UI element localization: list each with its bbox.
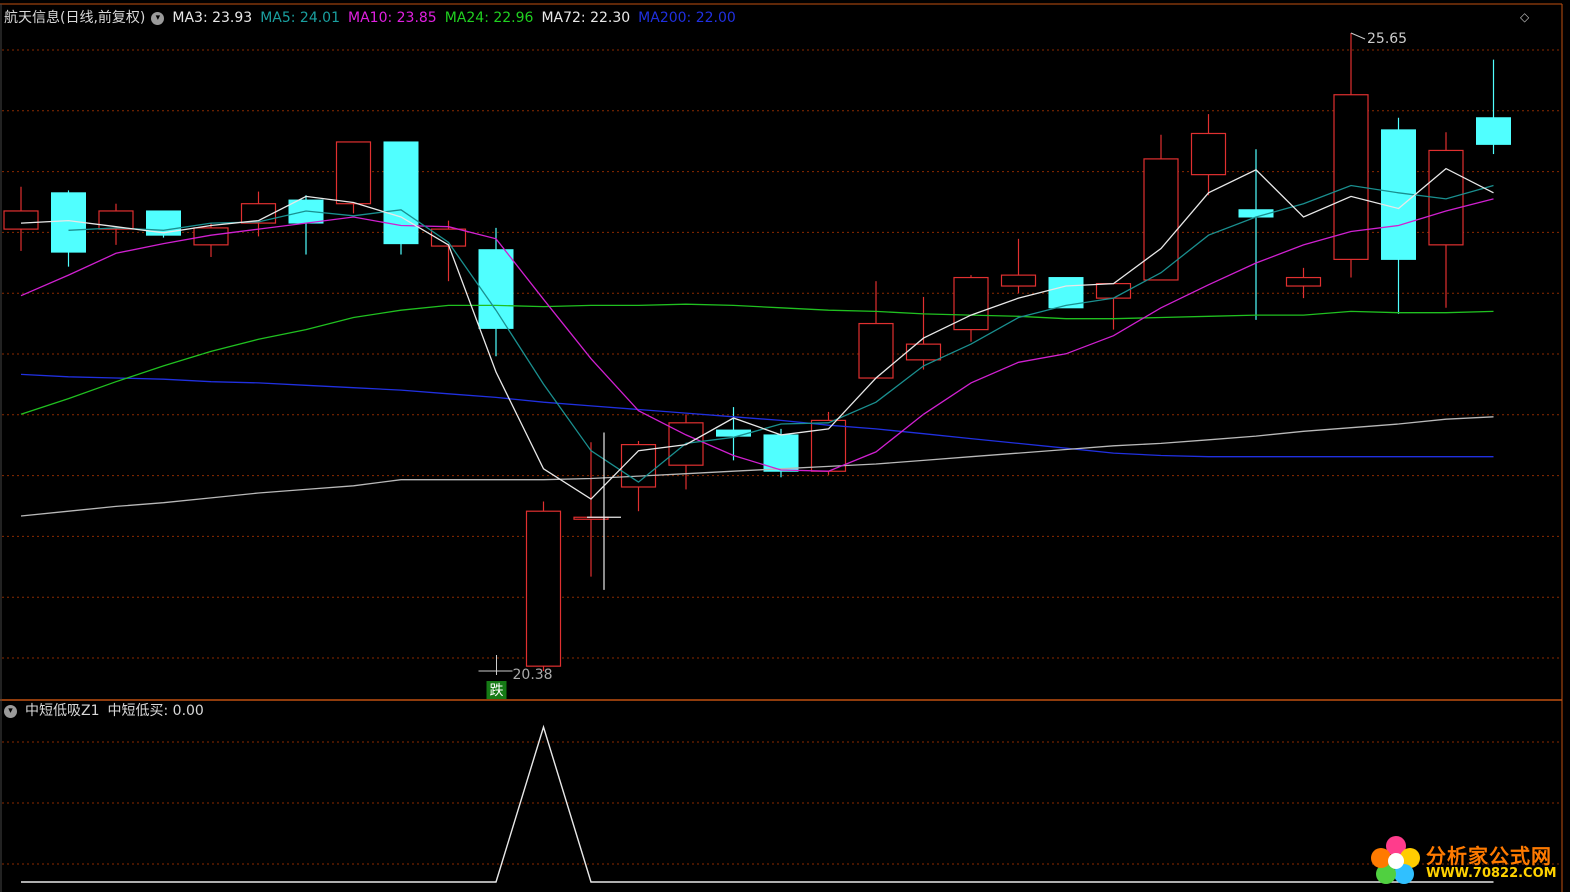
- candle-body: [1095, 282, 1132, 299]
- candle-body: [953, 276, 989, 331]
- candle: [573, 442, 609, 577]
- ma24-line: [20, 303, 1494, 415]
- chart-window: 25.65 20.38 跌 航天信息(日线,前复权) ▾ MA3: 23.93 MA…: [0, 0, 1570, 892]
- stock-chart[interactable]: 25.65 20.38 跌: [0, 0, 1570, 892]
- dropdown-icon[interactable]: ▾: [4, 704, 17, 718]
- candle-body: [905, 343, 942, 361]
- ma72-line: [20, 416, 1494, 517]
- candle: [1428, 132, 1464, 308]
- indicator-name: 中短低吸Z1: [25, 703, 100, 719]
- candle: [51, 190, 86, 267]
- candle: [383, 141, 419, 255]
- high-pointer: [1350, 32, 1366, 40]
- ma10-label: MA10: 23.85: [348, 10, 437, 26]
- candle: [1285, 267, 1322, 299]
- ma72-label: MA72: 22.30: [541, 10, 631, 26]
- ma24-label: MA24: 22.96: [444, 10, 534, 26]
- candle: [1333, 33, 1369, 278]
- flower-logo-icon: [1371, 836, 1420, 884]
- candle-body: [1000, 274, 1037, 287]
- candle: [1238, 149, 1274, 320]
- candle: [1381, 117, 1416, 314]
- candle-body: [1476, 117, 1511, 145]
- watermark-name: 分析家公式网: [1426, 844, 1552, 868]
- candle-body: [1285, 276, 1322, 287]
- candle-body: [1143, 158, 1179, 281]
- candle: [146, 210, 181, 238]
- candle: [858, 281, 894, 379]
- indicator-line: [21, 724, 1494, 883]
- candle-body: [383, 141, 419, 245]
- watermark-logo: 分析家公式网 WWW.70822.COM: [1368, 832, 1568, 890]
- candle: [905, 296, 942, 370]
- low-price-label: 20.38: [513, 667, 553, 683]
- sub-header: ▾ 中短低吸Z1 中短低买: 0.00: [4, 701, 212, 721]
- ma200-label: MA200: 22.00: [638, 10, 736, 26]
- candle-body: [3, 210, 39, 230]
- stock-title: 航天信息(日线,前复权): [4, 10, 146, 26]
- watermark-url: WWW.70822.COM: [1426, 866, 1557, 881]
- candle-body: [1190, 132, 1227, 176]
- ma3-label: MA3: 23.93: [172, 10, 253, 26]
- candle: [1095, 282, 1132, 330]
- candle-body: [716, 429, 751, 437]
- candle-body: [525, 510, 562, 667]
- candle: [193, 223, 229, 257]
- main-header: 航天信息(日线,前复权) ▾ MA3: 23.93 MA5: 24.01 MA1…: [4, 8, 744, 28]
- candle-body: [478, 249, 514, 329]
- candle: [98, 203, 134, 245]
- candle-body: [335, 141, 372, 205]
- candle: [1476, 59, 1511, 155]
- candle: [953, 275, 989, 342]
- candle-body: [858, 322, 894, 379]
- ma200-line: [20, 373, 1494, 458]
- candle: [1190, 114, 1227, 196]
- diamond-icon[interactable]: ◇: [1520, 10, 1529, 24]
- candle: [668, 414, 704, 490]
- high-price-label: 25.65: [1367, 31, 1407, 47]
- candle: [1143, 134, 1179, 281]
- candle: [1000, 238, 1037, 294]
- candle: [3, 186, 39, 251]
- signal-label: 跌: [490, 683, 504, 699]
- candle: [525, 501, 562, 671]
- candle: [478, 227, 514, 357]
- indicator-value: 中短低买: 0.00: [107, 703, 204, 719]
- candle-body: [193, 227, 229, 246]
- ma5-label: MA5: 24.01: [260, 10, 340, 26]
- dropdown-icon[interactable]: ▾: [151, 11, 165, 25]
